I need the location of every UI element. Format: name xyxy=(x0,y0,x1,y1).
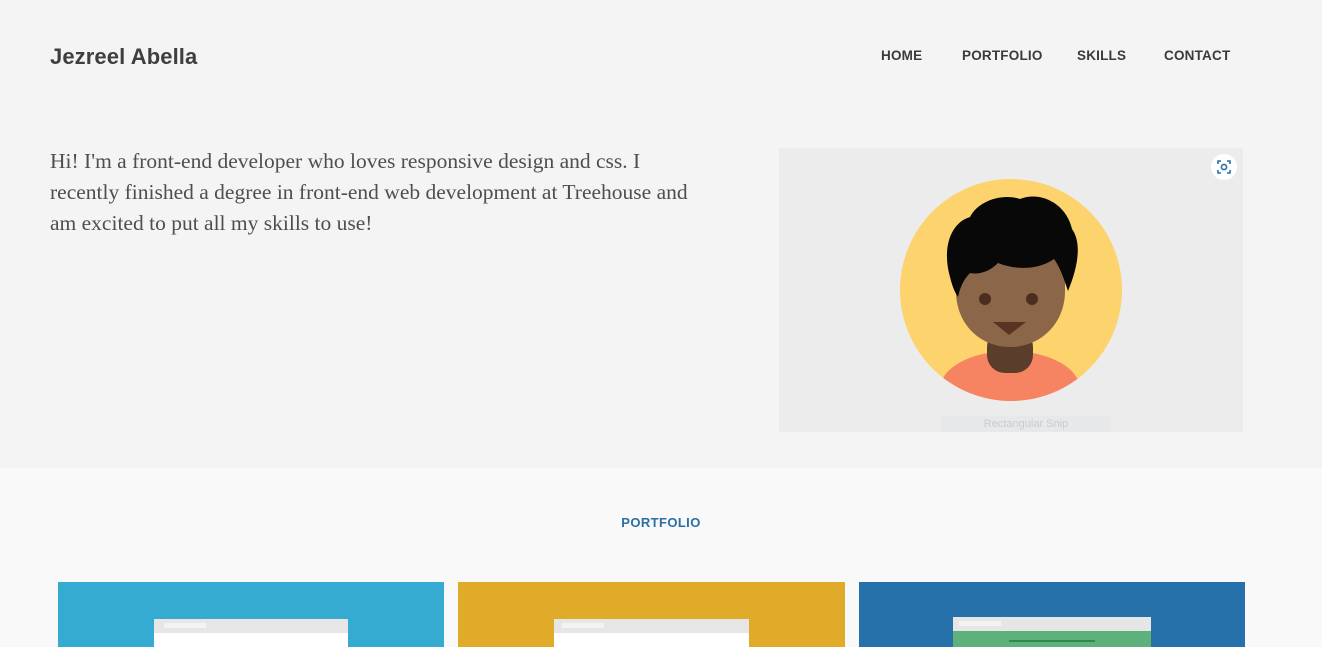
browser-mockup-icon xyxy=(154,619,348,647)
snip-caption: Rectangular Snip xyxy=(941,416,1111,432)
portfolio-section: PORTFOLIO xyxy=(0,468,1322,647)
screen-capture-icon[interactable] xyxy=(1211,154,1237,180)
person-avatar-icon xyxy=(900,179,1122,401)
site-header: Jezreel Abella HOME PORTFOLIO SKILLS CON… xyxy=(0,0,1322,110)
nav-link-home[interactable]: HOME xyxy=(881,48,922,63)
portfolio-tile-2[interactable] xyxy=(458,582,845,647)
nav-link-portfolio[interactable]: PORTFOLIO xyxy=(962,48,1043,63)
nav-link-skills[interactable]: SKILLS xyxy=(1077,48,1126,63)
main-nav: HOME PORTFOLIO SKILLS CONTACT xyxy=(0,48,1322,68)
portfolio-tile-1[interactable] xyxy=(58,582,444,647)
browser-mockup-icon xyxy=(554,619,749,647)
nav-link-contact[interactable]: CONTACT xyxy=(1164,48,1230,63)
portfolio-heading: PORTFOLIO xyxy=(621,515,701,530)
portfolio-tile-3[interactable] xyxy=(859,582,1245,647)
browser-mockup-icon xyxy=(953,617,1151,647)
intro-text: Hi! I'm a front-end developer who loves … xyxy=(50,149,688,235)
hero-image: Rectangular Snip xyxy=(779,148,1243,432)
